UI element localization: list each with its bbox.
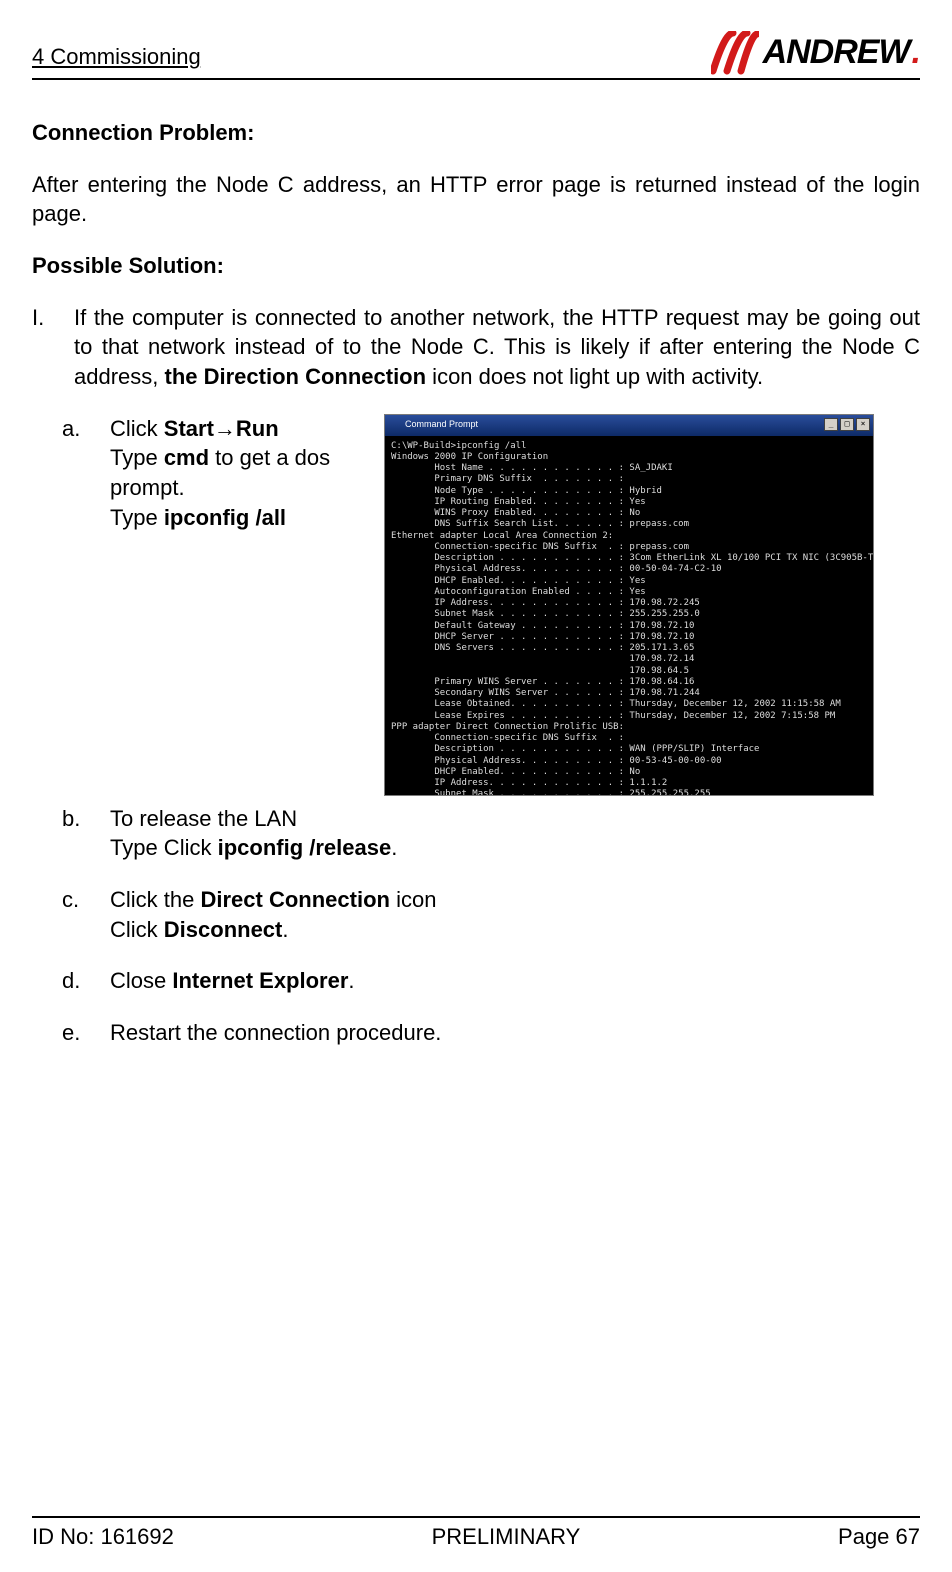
- list-marker: d.: [62, 966, 110, 996]
- cmd-line: Description . . . . . . . . . . . : 3Com…: [391, 553, 867, 564]
- cmd-line: Lease Obtained. . . . . . . . . . : Thur…: [391, 699, 867, 710]
- footer-page: Page 67: [838, 1522, 920, 1552]
- list-marker: a.: [62, 414, 110, 444]
- cmd-line: Physical Address. . . . . . . . . : 00-5…: [391, 756, 867, 767]
- list-content: To release the LAN Type Click ipconfig /…: [110, 804, 920, 863]
- solution-item-I: I. If the computer is connected to anoth…: [32, 303, 920, 392]
- cmd-line: Windows 2000 IP Configuration: [391, 452, 867, 463]
- list-content: Click the Direct Connection icon Click D…: [110, 885, 920, 944]
- cmd-line: Host Name . . . . . . . . . . . . : SA_J…: [391, 463, 867, 474]
- text: icon does not light up with activity.: [426, 364, 763, 389]
- cmd-output: C:\WP-Build>ipconfig /allWindows 2000 IP…: [385, 437, 873, 796]
- cmd-line: Lease Expires . . . . . . . . . . : Thur…: [391, 711, 867, 722]
- brand-text: ANDREW: [763, 30, 910, 76]
- text: Click the: [110, 887, 200, 912]
- bold-text: cmd: [164, 445, 209, 470]
- cmd-line: Primary DNS Suffix . . . . . . . :: [391, 474, 867, 485]
- list-content: Restart the connection procedure.: [110, 1018, 920, 1048]
- cmd-title: Command Prompt: [399, 415, 484, 434]
- step-c-line2: Click Disconnect.: [110, 915, 920, 945]
- list-marker: e.: [62, 1018, 110, 1048]
- cmd-line: Autoconfiguration Enabled . . . . : Yes: [391, 587, 867, 598]
- cmd-line: WINS Proxy Enabled. . . . . . . . : No: [391, 508, 867, 519]
- cmd-line: Subnet Mask . . . . . . . . . . . : 255.…: [391, 789, 867, 795]
- cmd-line: Connection-specific DNS Suffix . : prepa…: [391, 542, 867, 553]
- text: icon: [390, 887, 436, 912]
- text: Close: [110, 968, 172, 993]
- command-prompt-window: Command Prompt _ □ × C:\WP-Build>ipconfi…: [384, 414, 874, 796]
- step-d: d. Close Internet Explorer.: [62, 966, 920, 996]
- step-a-row: a. Click Start→Run Type cmd to get a dos…: [62, 414, 920, 796]
- cmd-line: Node Type . . . . . . . . . . . . : Hybr…: [391, 486, 867, 497]
- list-marker: b.: [62, 804, 110, 863]
- cmd-line: Subnet Mask . . . . . . . . . . . : 255.…: [391, 609, 867, 620]
- list-marker: c.: [62, 885, 110, 944]
- cmd-line: Secondary WINS Server . . . . . . : 170.…: [391, 688, 867, 699]
- footer-status: PRELIMINARY: [432, 1522, 581, 1552]
- text: .: [282, 917, 288, 942]
- text: Click: [110, 917, 164, 942]
- bold-text: ipconfig /release: [218, 835, 392, 860]
- text: .: [348, 968, 354, 993]
- cmd-line: DHCP Server . . . . . . . . . . . : 170.…: [391, 632, 867, 643]
- text: Click: [110, 416, 164, 441]
- close-icon: ×: [856, 418, 870, 431]
- cmd-line: DHCP Enabled. . . . . . . . . . . : Yes: [391, 576, 867, 587]
- cmd-line: IP Address. . . . . . . . . . . . : 1.1.…: [391, 778, 867, 789]
- arrow-icon: →: [214, 416, 236, 441]
- cmd-line: DNS Suffix Search List. . . . . . : prep…: [391, 519, 867, 530]
- cmd-line: IP Routing Enabled. . . . . . . . : Yes: [391, 497, 867, 508]
- minimize-icon: _: [824, 418, 838, 431]
- text: .: [391, 835, 397, 860]
- cmd-line: C:\WP-Build>ipconfig /all: [391, 441, 867, 452]
- page-footer: ID No: 161692 PRELIMINARY Page 67: [32, 1516, 920, 1552]
- cmd-line: IP Address. . . . . . . . . . . . : 170.…: [391, 598, 867, 609]
- bold-text: Start: [164, 416, 214, 441]
- list-marker: I.: [32, 303, 74, 392]
- cmd-line: Connection-specific DNS Suffix . :: [391, 733, 867, 744]
- footer-id: ID No: 161692: [32, 1522, 174, 1552]
- bold-text: ipconfig /all: [164, 505, 286, 530]
- problem-paragraph: After entering the Node C address, an HT…: [32, 170, 920, 229]
- step-a-line2: Type cmd to get a dos prompt.: [62, 443, 372, 502]
- bold-text: Disconnect: [164, 917, 283, 942]
- cmd-titlebar: Command Prompt _ □ ×: [385, 415, 873, 437]
- step-a-line1: Click Start→Run: [110, 414, 372, 444]
- list-content: If the computer is connected to another …: [74, 303, 920, 392]
- text: Type Click: [110, 835, 218, 860]
- cmd-line: Default Gateway . . . . . . . . . : 170.…: [391, 621, 867, 632]
- step-b-line1: To release the LAN: [110, 804, 920, 834]
- maximize-icon: □: [840, 418, 854, 431]
- step-c: c. Click the Direct Connection icon Clic…: [62, 885, 920, 944]
- bold-text: Direct Connection: [200, 887, 389, 912]
- cmd-line: 170.98.64.5: [391, 666, 867, 677]
- bold-text: Internet Explorer: [172, 968, 348, 993]
- brand-dot: .: [912, 30, 920, 76]
- text: Type: [110, 505, 164, 530]
- page-header: 4 Commissioning ANDREW.: [32, 30, 920, 80]
- cmd-line: Physical Address. . . . . . . . . : 00-5…: [391, 564, 867, 575]
- cmd-line: PPP adapter Direct Connection Prolific U…: [391, 722, 867, 733]
- cmd-line: Description . . . . . . . . . . . : WAN …: [391, 744, 867, 755]
- chapter-title: 4 Commissioning: [32, 42, 201, 76]
- step-e: e. Restart the connection procedure.: [62, 1018, 920, 1048]
- heading-connection-problem: Connection Problem:: [32, 118, 920, 148]
- step-c-line1: Click the Direct Connection icon: [110, 885, 920, 915]
- cmd-line: Ethernet adapter Local Area Connection 2…: [391, 531, 867, 542]
- bold-text: the Direction Connection: [165, 364, 427, 389]
- step-a-text: a. Click Start→Run Type cmd to get a dos…: [62, 414, 372, 533]
- cmd-line: DHCP Enabled. . . . . . . . . . . : No: [391, 767, 867, 778]
- cmd-line: 170.98.72.14: [391, 654, 867, 665]
- logo-stripes-icon: [711, 31, 759, 75]
- cmd-line: DNS Servers . . . . . . . . . . . : 205.…: [391, 643, 867, 654]
- list-content: Close Internet Explorer.: [110, 966, 920, 996]
- text: Type: [110, 445, 164, 470]
- step-b-line2: Type Click ipconfig /release.: [110, 833, 920, 863]
- heading-possible-solution: Possible Solution:: [32, 251, 920, 281]
- step-b: b. To release the LAN Type Click ipconfi…: [62, 804, 920, 863]
- brand-logo: ANDREW.: [711, 30, 920, 76]
- cmd-line: Primary WINS Server . . . . . . . : 170.…: [391, 677, 867, 688]
- step-a-line3: Type ipconfig /all: [62, 503, 372, 533]
- bold-text: Run: [236, 416, 279, 441]
